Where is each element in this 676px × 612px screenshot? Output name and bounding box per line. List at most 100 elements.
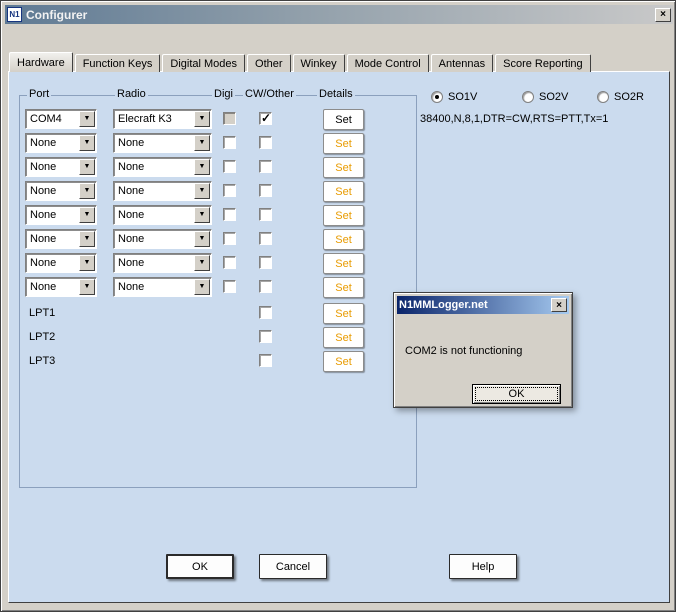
- cw-other-checkbox[interactable]: [259, 208, 272, 221]
- dropdown-arrow-icon[interactable]: ▼: [194, 231, 210, 247]
- port-select[interactable]: None ▼: [25, 133, 97, 153]
- radio-value: None: [118, 161, 145, 173]
- set-button[interactable]: Set: [323, 229, 364, 250]
- set-button[interactable]: Set: [323, 109, 364, 130]
- mode-radio-so1v[interactable]: SO1V: [431, 91, 477, 103]
- port-select[interactable]: None ▼: [25, 157, 97, 177]
- port-value: None: [30, 137, 57, 149]
- set-button[interactable]: Set: [323, 351, 364, 372]
- port-select[interactable]: None ▼: [25, 277, 97, 297]
- radio-select[interactable]: Elecraft K3 ▼: [113, 109, 212, 129]
- tab-function-keys[interactable]: Function Keys: [74, 54, 161, 72]
- set-button[interactable]: Set: [323, 133, 364, 154]
- ok-button[interactable]: OK: [166, 554, 234, 579]
- digi-checkbox[interactable]: [223, 184, 236, 197]
- digi-checkbox[interactable]: [223, 208, 236, 221]
- cw-other-checkbox[interactable]: [259, 306, 272, 319]
- tab-hardware[interactable]: Hardware: [9, 52, 73, 72]
- cw-other-checkbox[interactable]: [259, 330, 272, 343]
- tab-antennas[interactable]: Antennas: [430, 54, 494, 72]
- dropdown-arrow-icon[interactable]: ▼: [194, 279, 210, 295]
- set-button[interactable]: Set: [323, 157, 364, 178]
- column-header-port: Port: [27, 88, 52, 100]
- column-header-digi: Digi: [212, 88, 235, 100]
- dropdown-arrow-icon[interactable]: ▼: [194, 111, 210, 127]
- port-value: None: [30, 233, 57, 245]
- port-select[interactable]: None ▼: [25, 229, 97, 249]
- port-value: COM4: [30, 113, 62, 125]
- cw-other-checkbox[interactable]: [259, 256, 272, 269]
- port-select[interactable]: None ▼: [25, 181, 97, 201]
- tab-mode-control[interactable]: Mode Control: [346, 54, 429, 72]
- dropdown-arrow-icon[interactable]: ▼: [79, 183, 95, 199]
- port-select[interactable]: None ▼: [25, 253, 97, 273]
- dropdown-arrow-icon[interactable]: ▼: [194, 255, 210, 271]
- dropdown-arrow-icon[interactable]: ▼: [194, 183, 210, 199]
- dropdown-arrow-icon[interactable]: ▼: [194, 135, 210, 151]
- radio-select[interactable]: None ▼: [113, 229, 212, 249]
- dropdown-arrow-icon[interactable]: ▼: [79, 207, 95, 223]
- hardware-row-3: None ▼ None ▼ Set: [9, 157, 429, 179]
- tab-other[interactable]: Other: [247, 54, 291, 72]
- radio-select[interactable]: None ▼: [113, 205, 212, 225]
- radio-select[interactable]: None ▼: [113, 133, 212, 153]
- digi-checkbox[interactable]: [223, 160, 236, 173]
- cw-other-checkbox[interactable]: [259, 232, 272, 245]
- dropdown-arrow-icon[interactable]: ▼: [79, 159, 95, 175]
- set-button[interactable]: Set: [323, 327, 364, 348]
- dropdown-arrow-icon[interactable]: ▼: [79, 135, 95, 151]
- radio-select[interactable]: None ▼: [113, 253, 212, 273]
- port-value: None: [30, 281, 57, 293]
- dropdown-arrow-icon[interactable]: ▼: [79, 231, 95, 247]
- radio-value: None: [118, 209, 145, 221]
- digi-checkbox[interactable]: [223, 280, 236, 293]
- radio-select[interactable]: None ▼: [113, 277, 212, 297]
- port-value: None: [30, 185, 57, 197]
- mode-radio-so2r[interactable]: SO2R: [597, 91, 644, 103]
- set-button[interactable]: Set: [323, 181, 364, 202]
- hardware-row-4: None ▼ None ▼ Set: [9, 181, 429, 203]
- set-button[interactable]: Set: [323, 303, 364, 324]
- radio-select[interactable]: None ▼: [113, 181, 212, 201]
- dropdown-arrow-icon[interactable]: ▼: [79, 255, 95, 271]
- digi-checkbox[interactable]: [223, 232, 236, 245]
- radio-value: None: [118, 185, 145, 197]
- cw-other-checkbox[interactable]: [259, 111, 272, 125]
- radio-value: None: [118, 137, 145, 149]
- radio-button-icon: [431, 91, 443, 103]
- dialog-ok-button[interactable]: OK: [472, 384, 561, 404]
- tab-winkey[interactable]: Winkey: [292, 54, 345, 72]
- set-button[interactable]: Set: [323, 253, 364, 274]
- set-button[interactable]: Set: [323, 277, 364, 298]
- set-button[interactable]: Set: [323, 205, 364, 226]
- cw-other-checkbox[interactable]: [259, 136, 272, 149]
- window-title: Configurer: [26, 7, 88, 22]
- port-select[interactable]: None ▼: [25, 205, 97, 225]
- tab-digital-modes[interactable]: Digital Modes: [162, 54, 246, 72]
- digi-checkbox[interactable]: [223, 136, 236, 149]
- cw-other-checkbox[interactable]: [259, 184, 272, 197]
- cancel-button[interactable]: Cancel: [259, 554, 327, 579]
- close-button[interactable]: ×: [655, 7, 671, 22]
- hardware-row-2: None ▼ None ▼ Set: [9, 133, 429, 155]
- column-header-radio: Radio: [115, 88, 148, 100]
- dropdown-arrow-icon[interactable]: ▼: [194, 207, 210, 223]
- cw-other-checkbox[interactable]: [259, 160, 272, 173]
- dropdown-arrow-icon[interactable]: ▼: [79, 279, 95, 295]
- mode-label: SO2R: [614, 91, 644, 103]
- digi-checkbox[interactable]: [223, 256, 236, 269]
- radio-value: None: [118, 257, 145, 269]
- tab-score-reporting[interactable]: Score Reporting: [495, 54, 591, 72]
- cw-other-checkbox[interactable]: [259, 280, 272, 293]
- hardware-row-1: COM4 ▼ Elecraft K3 ▼ Set: [9, 109, 429, 131]
- port-select[interactable]: COM4 ▼: [25, 109, 97, 129]
- radio-value: Elecraft K3: [118, 113, 172, 125]
- radio-select[interactable]: None ▼: [113, 157, 212, 177]
- help-button[interactable]: Help: [449, 554, 517, 579]
- dropdown-arrow-icon[interactable]: ▼: [194, 159, 210, 175]
- dropdown-arrow-icon[interactable]: ▼: [79, 111, 95, 127]
- dialog-close-button[interactable]: ×: [551, 298, 567, 312]
- mode-radio-so2v[interactable]: SO2V: [522, 91, 568, 103]
- cw-other-checkbox[interactable]: [259, 354, 272, 367]
- hardware-row-7: None ▼ None ▼ Set: [9, 253, 429, 275]
